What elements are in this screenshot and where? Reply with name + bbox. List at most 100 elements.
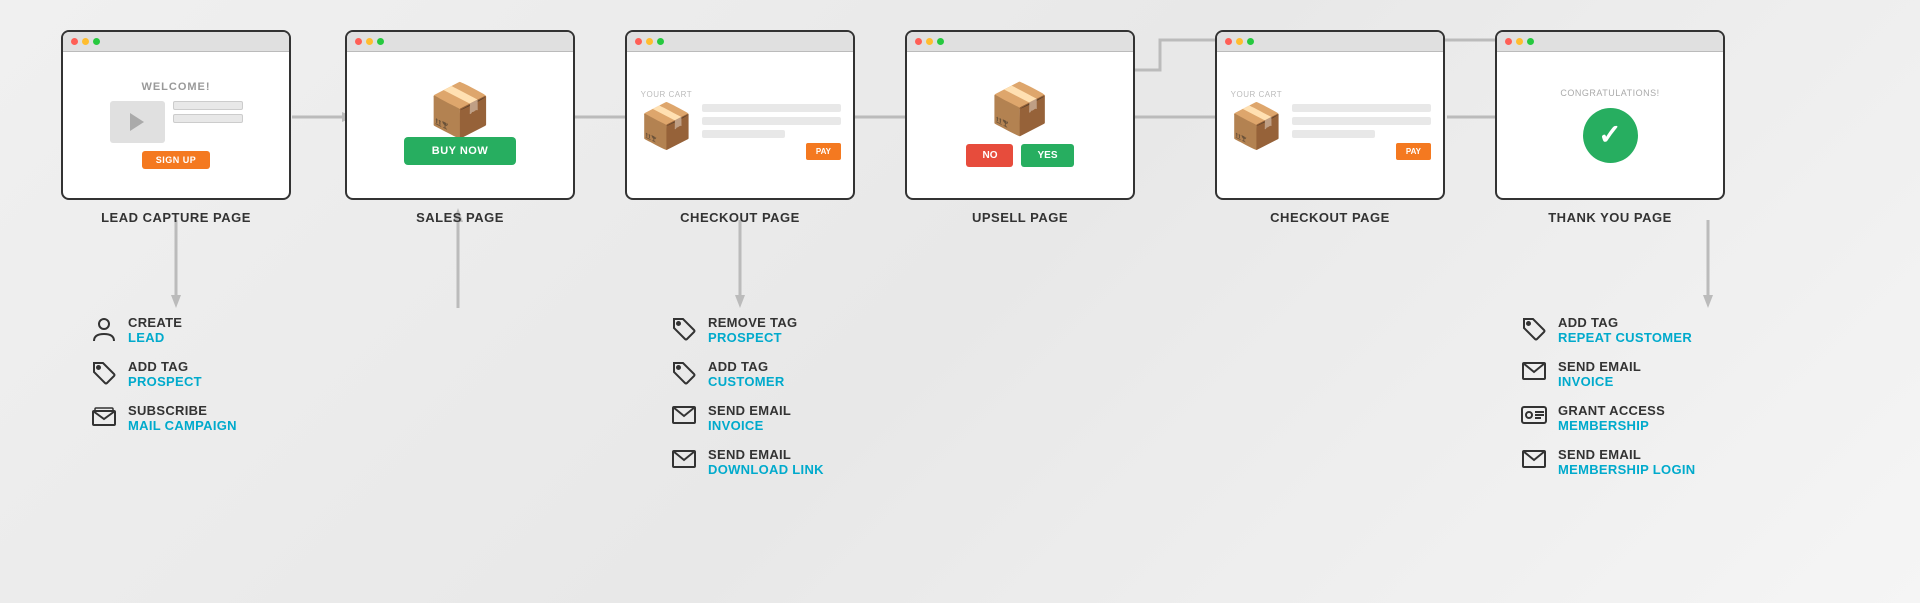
send-email-invoice-value: INVOICE — [708, 418, 791, 433]
add-tag-prospect-value: PROSPECT — [128, 374, 202, 389]
action-add-tag-prospect: ADD TAG PROSPECT — [90, 359, 237, 389]
sales-page-label: SALES PAGE — [416, 210, 504, 225]
pay-button-2[interactable]: PAY — [1396, 143, 1431, 160]
dot-green — [937, 38, 944, 45]
checkout1-actions-group: REMOVE TAG PROSPECT ADD TAG CUSTOMER — [670, 315, 824, 477]
create-lead-text: CREATE LEAD — [128, 315, 182, 345]
checkout2-browser: YOUR CART 📦 PAY — [1215, 30, 1445, 200]
lead-capture-page: WELCOME! SIGN UP L — [60, 30, 292, 225]
action-send-email-invoice-2: SEND EMAIL INVOICE — [1520, 359, 1695, 389]
upsell-buttons: NO YES — [966, 144, 1073, 167]
buy-now-button[interactable]: BUY NOW — [404, 137, 516, 165]
dot-red — [1225, 38, 1232, 45]
send-email-membership-value: MEMBERSHIP LOGIN — [1558, 462, 1695, 477]
dot-red — [635, 38, 642, 45]
lead-browser-bar — [63, 32, 289, 52]
checkout2-browser-bar — [1217, 32, 1443, 52]
send-email-invoice-2-text: SEND EMAIL INVOICE — [1558, 359, 1641, 389]
grant-access-value: MEMBERSHIP — [1558, 418, 1665, 433]
tag-icon-1 — [90, 361, 118, 385]
thankyou-label: THANK YOU PAGE — [1548, 210, 1672, 225]
grant-access-label: GRANT ACCESS — [1558, 403, 1665, 418]
envelope-icon-4 — [1520, 449, 1548, 469]
send-email-invoice-2-value: INVOICE — [1558, 374, 1641, 389]
checkout1-browser-content: YOUR CART 📦 PAY — [627, 52, 853, 198]
signup-button[interactable]: SIGN UP — [142, 151, 211, 169]
action-send-email-download: SEND EMAIL DOWNLOAD LINK — [670, 447, 824, 477]
remove-tag-value: PROSPECT — [708, 330, 797, 345]
action-grant-access: GRANT ACCESS MEMBERSHIP — [1520, 403, 1695, 433]
upsell-browser-content: 📦 NO YES — [907, 52, 1133, 198]
send-email-membership-text: SEND EMAIL MEMBERSHIP LOGIN — [1558, 447, 1695, 477]
checkout2-label: CHECKOUT PAGE — [1270, 210, 1390, 225]
add-tag-customer-label: ADD TAG — [708, 359, 785, 374]
mock-input-1 — [173, 101, 243, 110]
remove-tag-label: REMOVE TAG — [708, 315, 797, 330]
checkout1-browser-bar — [627, 32, 853, 52]
cart-right-2: PAY — [1292, 90, 1431, 160]
pay-button[interactable]: PAY — [806, 143, 841, 160]
dot-red — [1505, 38, 1512, 45]
action-subscribe: SUBSCRIBE MAIL CAMPAIGN — [90, 403, 237, 433]
mock-line-4 — [1292, 104, 1431, 112]
dot-yellow — [646, 38, 653, 45]
add-tag-repeat-text: ADD TAG REPEAT CUSTOMER — [1558, 315, 1692, 345]
dot-red — [355, 38, 362, 45]
thankyou-page: CONGRATULATIONS! ✓ THANK YOU PAGE — [1495, 30, 1725, 225]
action-create-lead: CREATE LEAD — [90, 315, 237, 345]
cart-left: YOUR CART 📦 — [639, 90, 694, 149]
play-box — [110, 101, 165, 143]
checkout2-inner: YOUR CART 📦 PAY — [1225, 90, 1435, 160]
lead-middle-section — [71, 101, 281, 143]
create-value: LEAD — [128, 330, 182, 345]
upsell-label: UPSELL PAGE — [972, 210, 1068, 225]
upsell-page: 📦 NO YES UPSELL PAGE — [905, 30, 1135, 225]
checkout1-page: YOUR CART 📦 PAY CHECKOUT PAGE — [625, 30, 855, 225]
grant-access-text: GRANT ACCESS MEMBERSHIP — [1558, 403, 1665, 433]
mock-line-3 — [702, 130, 786, 138]
person-icon — [90, 317, 118, 343]
add-tag-customer-value: CUSTOMER — [708, 374, 785, 389]
thankyou-inner: CONGRATULATIONS! ✓ — [1560, 60, 1659, 190]
no-button[interactable]: NO — [966, 144, 1013, 167]
dot-yellow — [1516, 38, 1523, 45]
yes-button[interactable]: YES — [1021, 144, 1073, 167]
thankyou-browser-bar — [1497, 32, 1723, 52]
action-send-email-invoice: SEND EMAIL INVOICE — [670, 403, 824, 433]
sales-browser: 📦 BUY NOW — [345, 30, 575, 200]
thankyou-actions-group: ADD TAG REPEAT CUSTOMER SEND EMAIL INVOI… — [1520, 315, 1695, 477]
lead-browser-content: WELCOME! SIGN UP — [63, 52, 289, 198]
mock-line-1 — [702, 104, 841, 112]
checkout1-label: CHECKOUT PAGE — [680, 210, 800, 225]
play-icon — [130, 113, 144, 131]
action-add-tag-customer: ADD TAG CUSTOMER — [670, 359, 824, 389]
dot-yellow — [926, 38, 933, 45]
upsell-browser: 📦 NO YES — [905, 30, 1135, 200]
dot-yellow — [366, 38, 373, 45]
add-tag-customer-text: ADD TAG CUSTOMER — [708, 359, 785, 389]
add-tag-prospect-label: ADD TAG — [128, 359, 202, 374]
send-email-download-value: DOWNLOAD LINK — [708, 462, 824, 477]
send-email-invoice-label: SEND EMAIL — [708, 403, 791, 418]
create-label: CREATE — [128, 315, 182, 330]
remove-tag-text: REMOVE TAG PROSPECT — [708, 315, 797, 345]
dot-green — [93, 38, 100, 45]
dot-red — [71, 38, 78, 45]
add-tag-repeat-value: REPEAT CUSTOMER — [1558, 330, 1692, 345]
checkout2-box-icon: 📦 — [1229, 105, 1284, 149]
sales-browser-content: 📦 BUY NOW — [347, 52, 573, 198]
action-remove-tag: REMOVE TAG PROSPECT — [670, 315, 824, 345]
send-email-invoice-2-label: SEND EMAIL — [1558, 359, 1641, 374]
dot-green — [1527, 38, 1534, 45]
mock-input-2 — [173, 114, 243, 123]
lead-actions-group: CREATE LEAD ADD TAG PROSPECT — [90, 315, 237, 433]
send-email-membership-label: SEND EMAIL — [1558, 447, 1695, 462]
envelope-icon-2 — [670, 449, 698, 469]
send-email-invoice-text: SEND EMAIL INVOICE — [708, 403, 791, 433]
dot-red — [915, 38, 922, 45]
lead-page-inner: WELCOME! SIGN UP — [71, 81, 281, 169]
cart-title-2: YOUR CART — [1231, 90, 1282, 99]
mail-stack-icon — [90, 405, 118, 431]
upsell-browser-bar — [907, 32, 1133, 52]
congrats-title: CONGRATULATIONS! — [1560, 88, 1659, 98]
